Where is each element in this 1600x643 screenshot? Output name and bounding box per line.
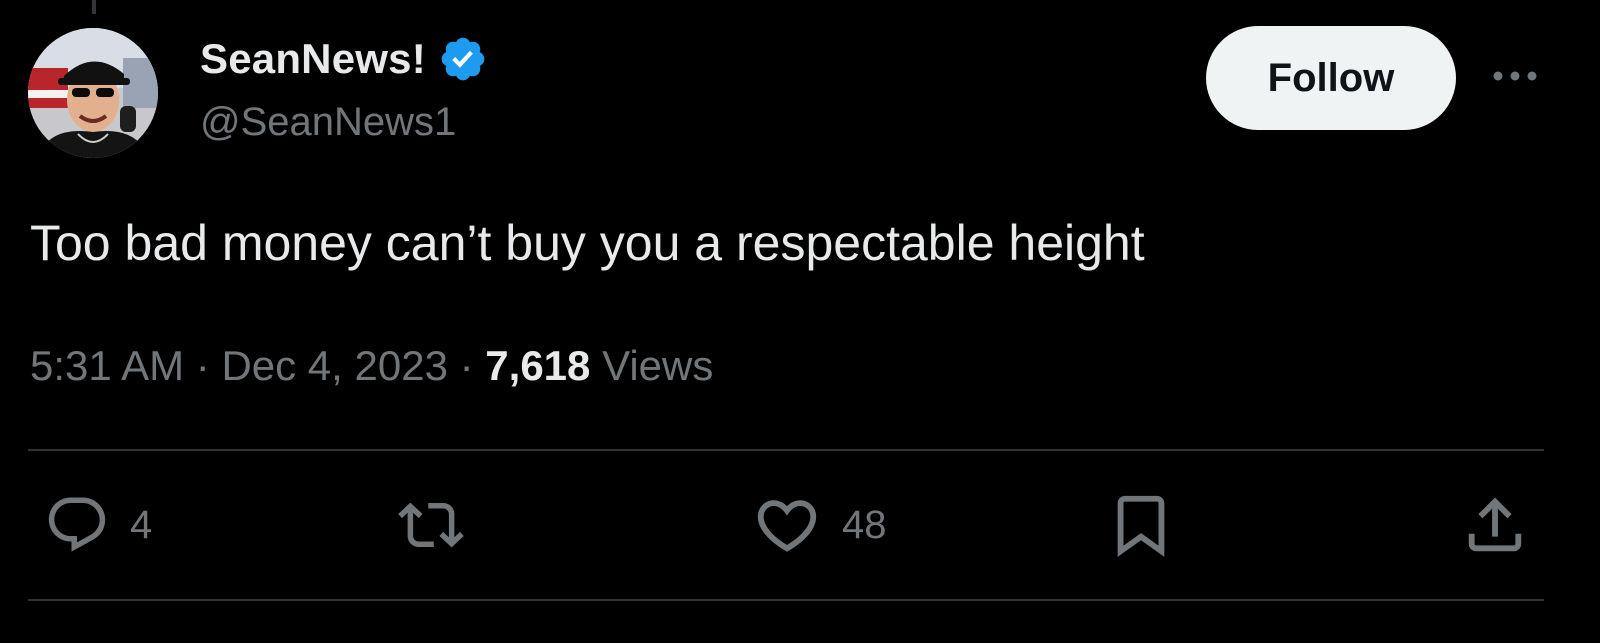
tweet-time[interactable]: 5:31 AM [30,342,184,389]
verified-badge-icon[interactable] [438,34,488,84]
meta-separator: · [459,342,474,389]
share-button[interactable] [1460,490,1530,560]
thread-connector-line [92,0,96,14]
views-count[interactable]: 7,618 [485,342,590,389]
reply-bubble-icon [48,497,106,552]
reply-button[interactable]: 4 [44,490,152,560]
divider-top [28,449,1544,451]
like-button[interactable]: 48 [752,490,887,560]
avatar-image [28,28,158,158]
bookmark-button[interactable] [1106,490,1176,560]
author-handle[interactable]: @SeanNews1 [200,100,456,145]
retweet-button[interactable] [398,490,464,560]
display-name[interactable]: SeanNews! [200,35,426,83]
reply-count: 4 [130,502,153,547]
like-count: 48 [842,502,887,547]
meta-separator: · [195,342,210,389]
avatar[interactable] [28,28,158,158]
follow-button[interactable]: Follow [1206,26,1456,130]
tweet-date[interactable]: Dec 4, 2023 [221,342,448,389]
retweet-icon [398,502,464,548]
divider-bottom [28,599,1544,601]
more-horizontal-icon[interactable] [1490,66,1540,86]
share-icon [1468,497,1522,552]
bookmark-icon [1117,495,1165,557]
tweet-metadata: 5:31 AM · Dec 4, 2023 · 7,618 Views [30,342,713,390]
tweet-text: Too bad money can’t buy you a respectabl… [30,215,1145,271]
views-label[interactable]: Views [602,342,713,389]
heart-icon [757,500,817,552]
author-name-row: SeanNews! [200,34,488,84]
